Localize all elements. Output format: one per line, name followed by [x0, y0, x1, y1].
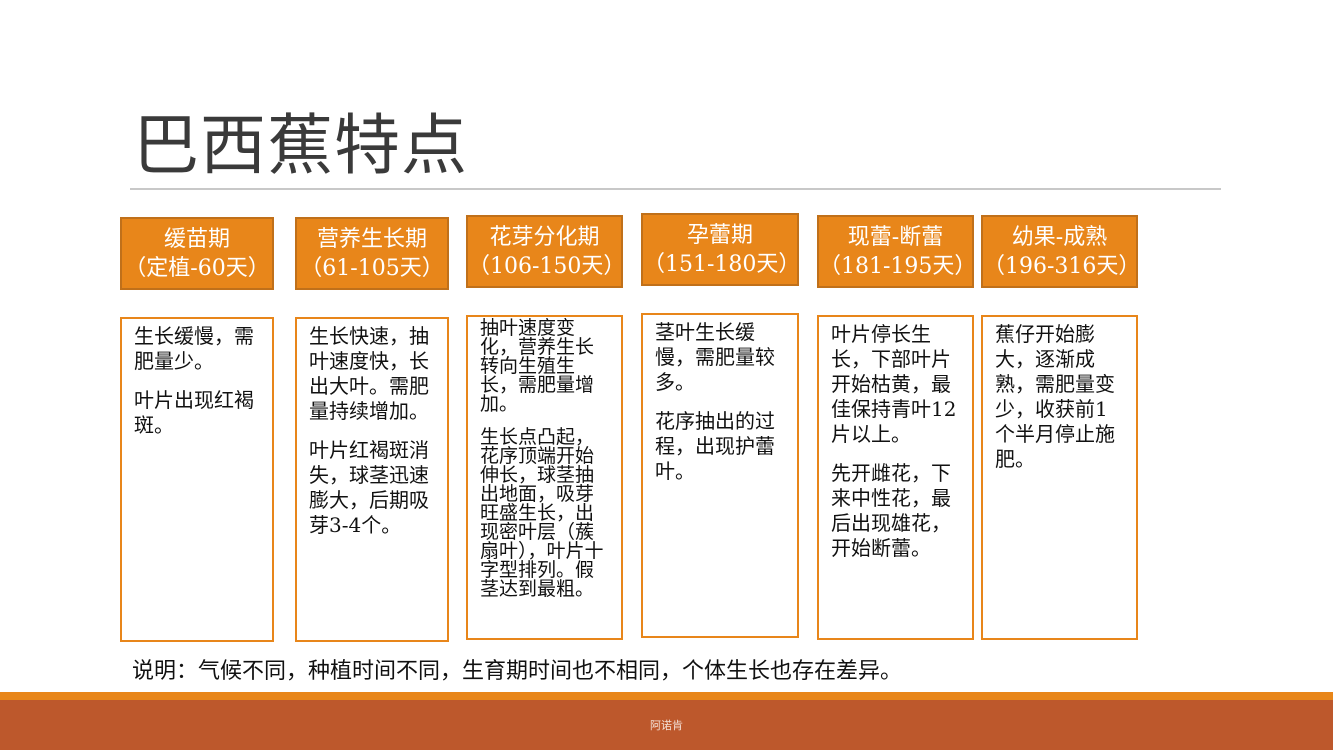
detail-text: 抽叶速度变化，营养生长转向生殖生长，需肥量增加。 [480, 317, 595, 415]
detail-text: 生长快速，抽叶速度快，长出大叶。需肥量持续增加。 [309, 324, 429, 423]
stage-detail-3: 抽叶速度变化，营养生长转向生殖生长，需肥量增加。 生长点凸起，花序顶端开始伸长，… [466, 315, 623, 640]
stage-header-5: 现蕾-断蕾 （181-195天） [817, 215, 974, 288]
stage-range: （定植-60天） [124, 255, 270, 281]
stage-name: 缓苗期 [163, 226, 230, 252]
stage-range: （151-180天） [643, 251, 799, 277]
stage-range: （61-105天） [300, 255, 444, 281]
stage-name: 幼果-成熟 [1011, 224, 1108, 250]
stage-name: 花芽分化期 [489, 224, 600, 250]
stage-header-3: 花芽分化期 （106-150天） [466, 215, 623, 288]
footnote: 说明：气候不同，种植时间不同，生育期时间也不相同，个体生长也存在差异。 [132, 659, 903, 684]
footer-accent-line [0, 692, 1333, 700]
stage-range: （196-316天） [983, 253, 1138, 279]
title-divider [130, 188, 1221, 190]
stage-name: 营养生长期 [316, 226, 427, 252]
footer-text: 阿诺肯 [650, 719, 683, 732]
stage-header-4: 孕蕾期 （151-180天） [641, 213, 799, 286]
stage-name: 孕蕾期 [686, 222, 753, 248]
detail-text: 生长缓慢，需肥量少。 [134, 324, 254, 373]
stage-range: （181-195天） [819, 253, 974, 279]
detail-text: 蕉仔开始膨大，逐渐成熟，需肥量变少，收获前1个半月停止施肥。 [995, 322, 1115, 471]
stage-detail-1: 生长缓慢，需肥量少。 叶片出现红褐斑。 [120, 317, 274, 642]
stage-detail-4: 茎叶生长缓慢，需肥量较多。 花序抽出的过程，出现护蕾叶。 [641, 313, 799, 638]
page-title: 巴西蕉特点 [133, 107, 468, 184]
detail-text: 花序抽出的过程，出现护蕾叶。 [655, 409, 775, 483]
detail-text: 茎叶生长缓慢，需肥量较多。 [655, 320, 775, 394]
detail-text: 先开雌花，下来中性花，最后出现雄花，开始断蕾。 [831, 461, 951, 560]
stage-range: （106-150天） [468, 253, 623, 279]
stage-detail-6: 蕉仔开始膨大，逐渐成熟，需肥量变少，收获前1个半月停止施肥。 [981, 315, 1138, 640]
stage-detail-2: 生长快速，抽叶速度快，长出大叶。需肥量持续增加。 叶片红褐斑消失，球茎迅速膨大，… [295, 317, 449, 642]
stage-detail-5: 叶片停长生长，下部叶片开始枯黄，最佳保持青叶12片以上。 先开雌花，下来中性花，… [817, 315, 974, 640]
detail-text: 叶片出现红褐斑。 [134, 388, 254, 437]
detail-text: 生长点凸起，花序顶端开始伸长，球茎抽出地面，吸芽旺盛生长，出现密叶层（蔟扇叶），… [480, 426, 604, 600]
stage-name: 现蕾-断蕾 [847, 224, 944, 250]
detail-text: 叶片红褐斑消失，球茎迅速膨大，后期吸芽3-4个。 [309, 438, 429, 537]
detail-text: 叶片停长生长，下部叶片开始枯黄，最佳保持青叶12片以上。 [831, 322, 957, 446]
stage-header-2: 营养生长期 （61-105天） [295, 217, 449, 290]
stage-header-1: 缓苗期 （定植-60天） [120, 217, 274, 290]
stage-header-6: 幼果-成熟 （196-316天） [981, 215, 1138, 288]
